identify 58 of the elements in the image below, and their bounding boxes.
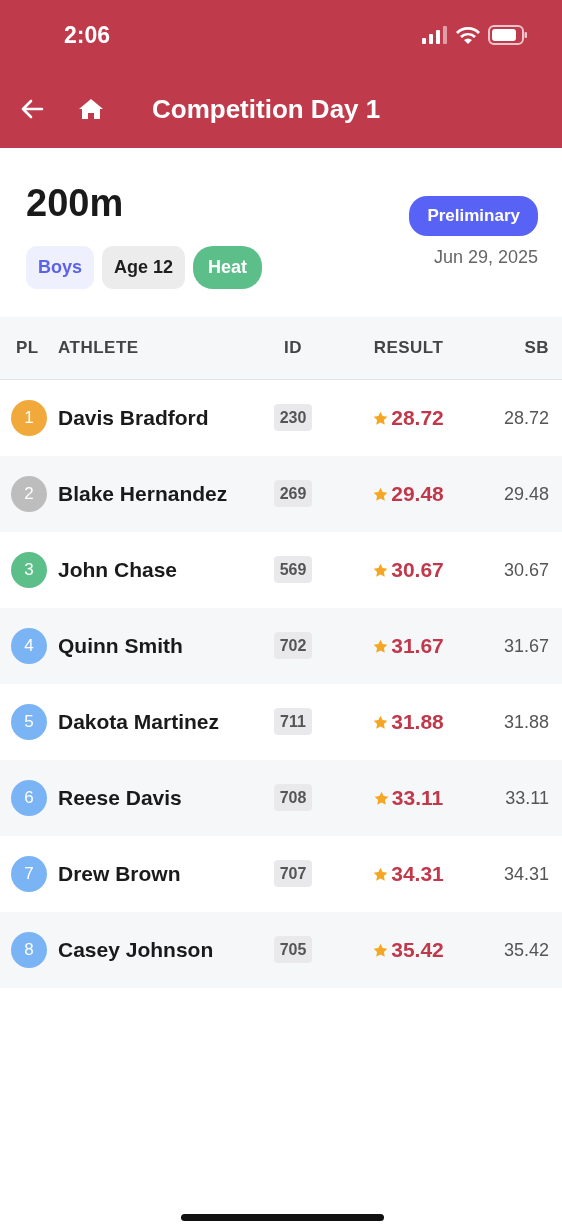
result-time: 33.11 bbox=[391, 785, 444, 812]
season-best: 34.31 bbox=[502, 862, 549, 886]
battery-icon bbox=[488, 25, 528, 45]
athlete-id: 569 bbox=[273, 556, 313, 583]
athlete-name: John Chase bbox=[58, 557, 179, 584]
result-time: 28.72 bbox=[391, 405, 444, 432]
athlete-id: 705 bbox=[273, 936, 313, 963]
wifi-icon bbox=[456, 26, 480, 44]
status-badge: Preliminary bbox=[409, 196, 538, 236]
season-best: 29.48 bbox=[502, 482, 549, 506]
season-best: 35.42 bbox=[502, 938, 549, 962]
athlete-name: Dakota Martinez bbox=[58, 709, 221, 736]
place-badge: 3 bbox=[11, 552, 47, 588]
screen-title: Competition Day 1 bbox=[152, 92, 381, 126]
place-badge: 6 bbox=[11, 780, 47, 816]
signal-icon bbox=[422, 26, 448, 44]
column-header: ID bbox=[283, 337, 303, 360]
season-best: 31.67 bbox=[502, 634, 549, 658]
athlete-id: 230 bbox=[273, 404, 313, 431]
place-badge: 7 bbox=[11, 856, 47, 892]
season-best: 31.88 bbox=[502, 710, 549, 734]
filter-tag: Heat bbox=[193, 246, 263, 289]
column-header: ATHLETE bbox=[58, 337, 140, 360]
result-time: 29.48 bbox=[391, 481, 444, 508]
athlete-id: 707 bbox=[273, 860, 313, 887]
column-header: PL bbox=[15, 337, 40, 360]
back-arrow-icon[interactable] bbox=[20, 99, 44, 119]
season-best: 33.11 bbox=[504, 786, 549, 810]
result-time: 30.67 bbox=[391, 557, 444, 584]
home-icon[interactable] bbox=[78, 98, 104, 120]
event-date: Jun 29, 2025 bbox=[433, 245, 538, 269]
event-name: 200m bbox=[26, 184, 125, 222]
season-best: 30.67 bbox=[502, 558, 549, 582]
season-best: 28.72 bbox=[502, 406, 549, 430]
athlete-name: Drew Brown bbox=[58, 861, 182, 888]
result-time: 31.88 bbox=[391, 709, 444, 736]
athlete-name: Quinn Smith bbox=[58, 633, 184, 660]
athlete-id: 269 bbox=[273, 480, 313, 507]
place-badge: 5 bbox=[11, 704, 47, 740]
result-time: 31.67 bbox=[391, 633, 444, 660]
athlete-name: Reese Davis bbox=[58, 785, 183, 812]
place-badge: 8 bbox=[11, 932, 47, 968]
athlete-id: 711 bbox=[274, 708, 312, 735]
athlete-id: 708 bbox=[273, 784, 313, 811]
athlete-name: Blake Hernandez bbox=[58, 481, 229, 508]
column-header: RESULT bbox=[372, 337, 445, 360]
athlete-name: Casey Johnson bbox=[58, 937, 215, 964]
athlete-id: 702 bbox=[273, 632, 313, 659]
athlete-name: Davis Bradford bbox=[58, 405, 210, 432]
result-time: 34.31 bbox=[391, 861, 444, 888]
filter-tag: Age 12 bbox=[102, 246, 186, 289]
place-badge: 2 bbox=[11, 476, 47, 512]
status-time: 2:06 bbox=[64, 20, 111, 50]
column-header: SB bbox=[523, 337, 549, 360]
result-time: 35.42 bbox=[391, 937, 444, 964]
place-badge: 1 bbox=[11, 400, 47, 436]
filter-tag: Boys bbox=[26, 246, 94, 289]
place-badge: 4 bbox=[11, 628, 47, 664]
